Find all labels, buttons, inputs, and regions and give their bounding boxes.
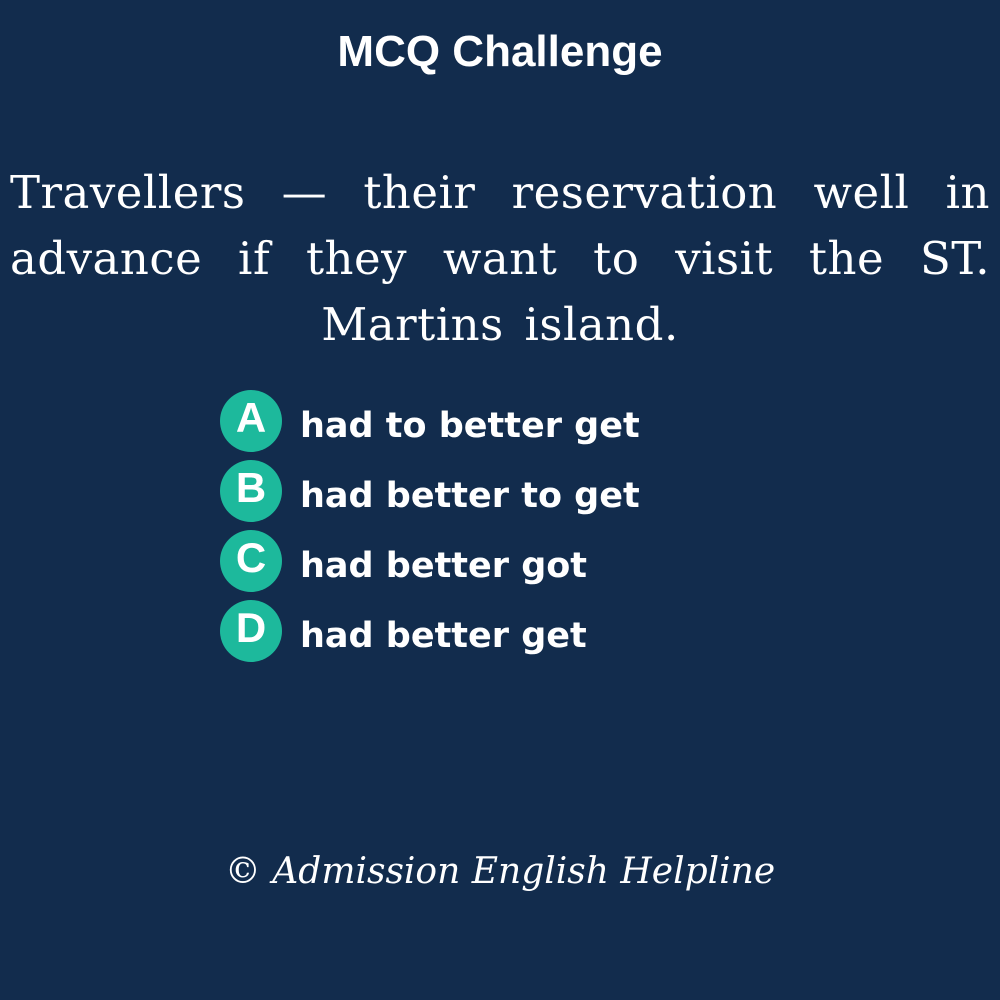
option-c-badge: C <box>220 530 282 592</box>
copyright-footer: © Admission English Helpline <box>224 851 776 892</box>
option-c[interactable]: C had better got <box>220 530 780 592</box>
option-a[interactable]: A had to better get <box>220 390 780 452</box>
options-list: A had to better get B had better to get … <box>220 390 780 670</box>
option-d-badge: D <box>220 600 282 662</box>
option-d[interactable]: D had better get <box>220 600 780 662</box>
option-a-text: had to better get <box>300 406 640 446</box>
option-a-badge: A <box>220 390 282 452</box>
option-c-text: had better got <box>300 546 588 586</box>
option-d-text: had better get <box>300 616 587 656</box>
option-b-badge: B <box>220 460 282 522</box>
question-text: Travellers — their reservation well in a… <box>10 166 990 351</box>
option-b-text: had better to get <box>300 476 640 516</box>
page-title: MCQ Challenge <box>337 27 663 76</box>
option-b[interactable]: B had better to get <box>220 460 780 522</box>
